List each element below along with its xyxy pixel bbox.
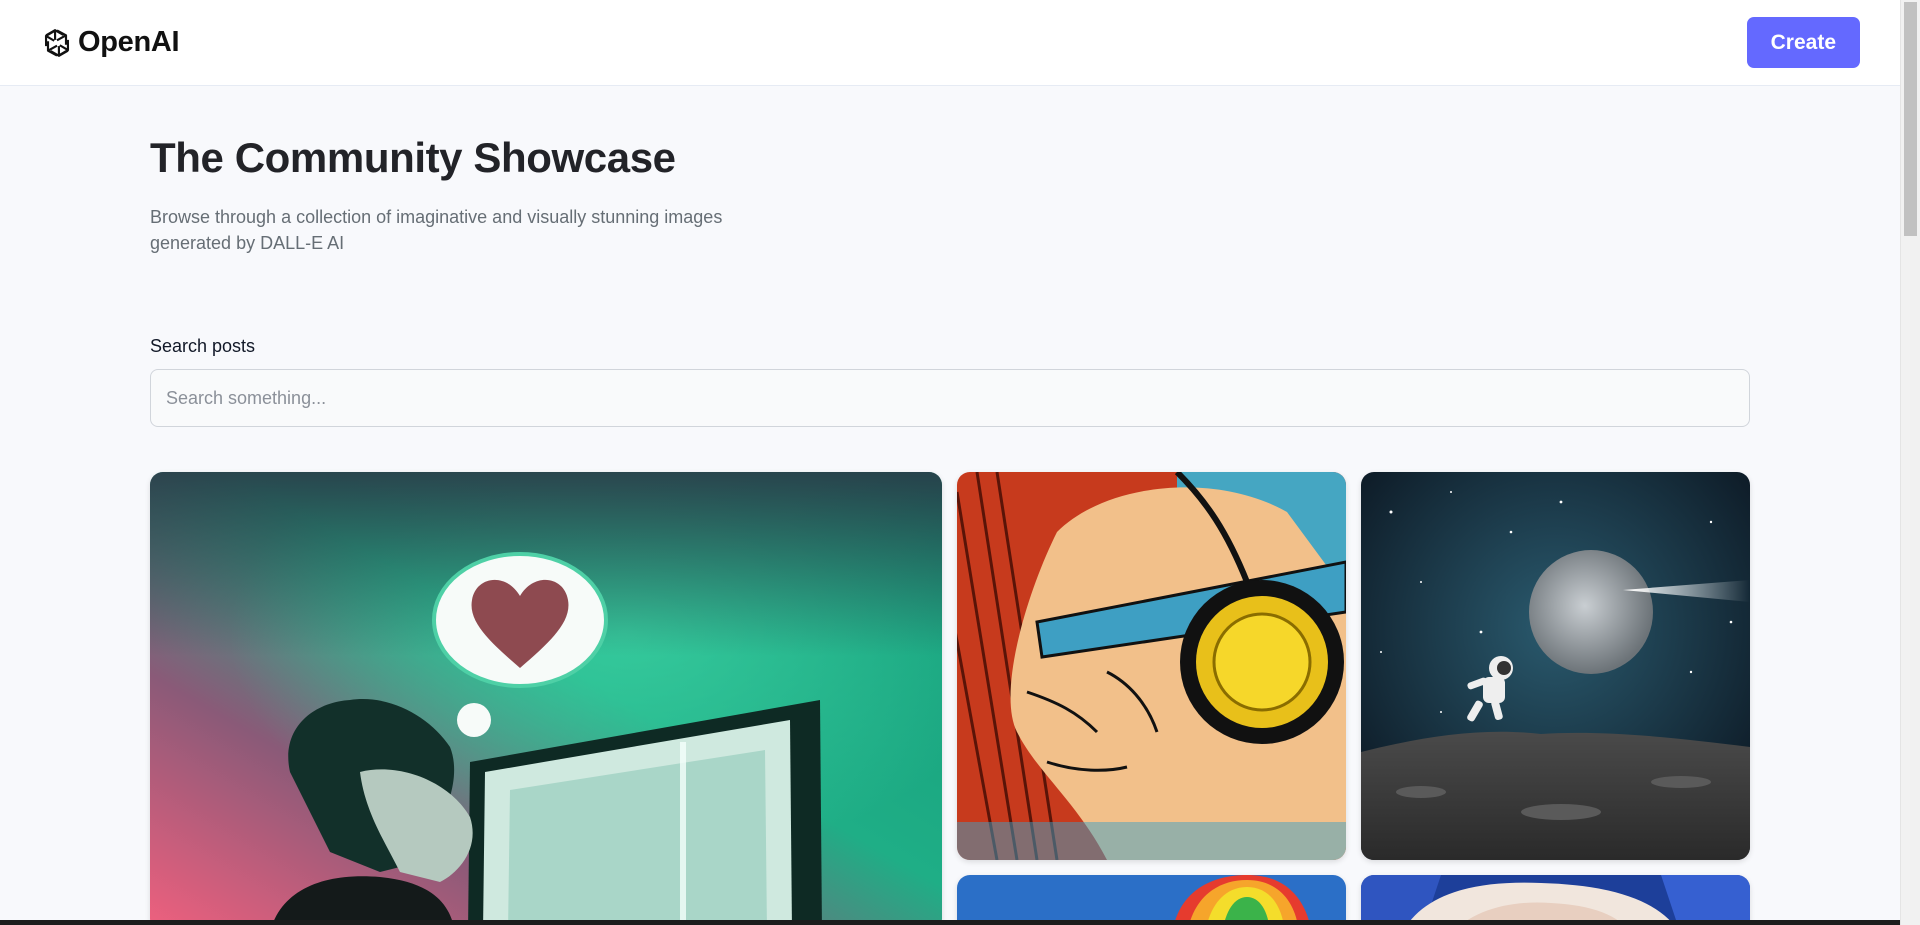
astronaut-space-image bbox=[1361, 472, 1750, 860]
gallery-card-balloon[interactable] bbox=[957, 875, 1346, 925]
gallery-card-heart-computer[interactable] bbox=[150, 472, 942, 925]
create-button[interactable]: Create bbox=[1746, 17, 1860, 68]
heart-thought-image bbox=[150, 472, 942, 925]
top-navbar: OpenAI Create bbox=[0, 0, 1900, 86]
scrollbar-thumb[interactable] bbox=[1904, 2, 1917, 236]
brand-name: OpenAI bbox=[78, 26, 180, 58]
page-scrollbar[interactable] bbox=[1900, 0, 1920, 925]
openai-logo-icon bbox=[44, 28, 70, 57]
page-subtitle: Browse through a collection of imaginati… bbox=[150, 207, 723, 253]
comic-hero-image bbox=[957, 472, 1346, 860]
gallery-card-comic-hero[interactable] bbox=[957, 472, 1346, 860]
gallery-card-animal[interactable] bbox=[1361, 875, 1750, 925]
search-input[interactable] bbox=[150, 369, 1750, 427]
taskbar-edge bbox=[0, 920, 1900, 925]
search-label: Search posts bbox=[150, 336, 256, 356]
brand-link[interactable]: OpenAI bbox=[39, 25, 180, 61]
hot-air-balloon-image bbox=[957, 875, 1346, 925]
fluffy-animal-image bbox=[1361, 875, 1750, 925]
gallery-card-astronaut[interactable] bbox=[1361, 472, 1750, 860]
main-content: The Community Showcase Browse through a … bbox=[150, 86, 1750, 427]
page-title: The Community Showcase bbox=[150, 134, 676, 181]
